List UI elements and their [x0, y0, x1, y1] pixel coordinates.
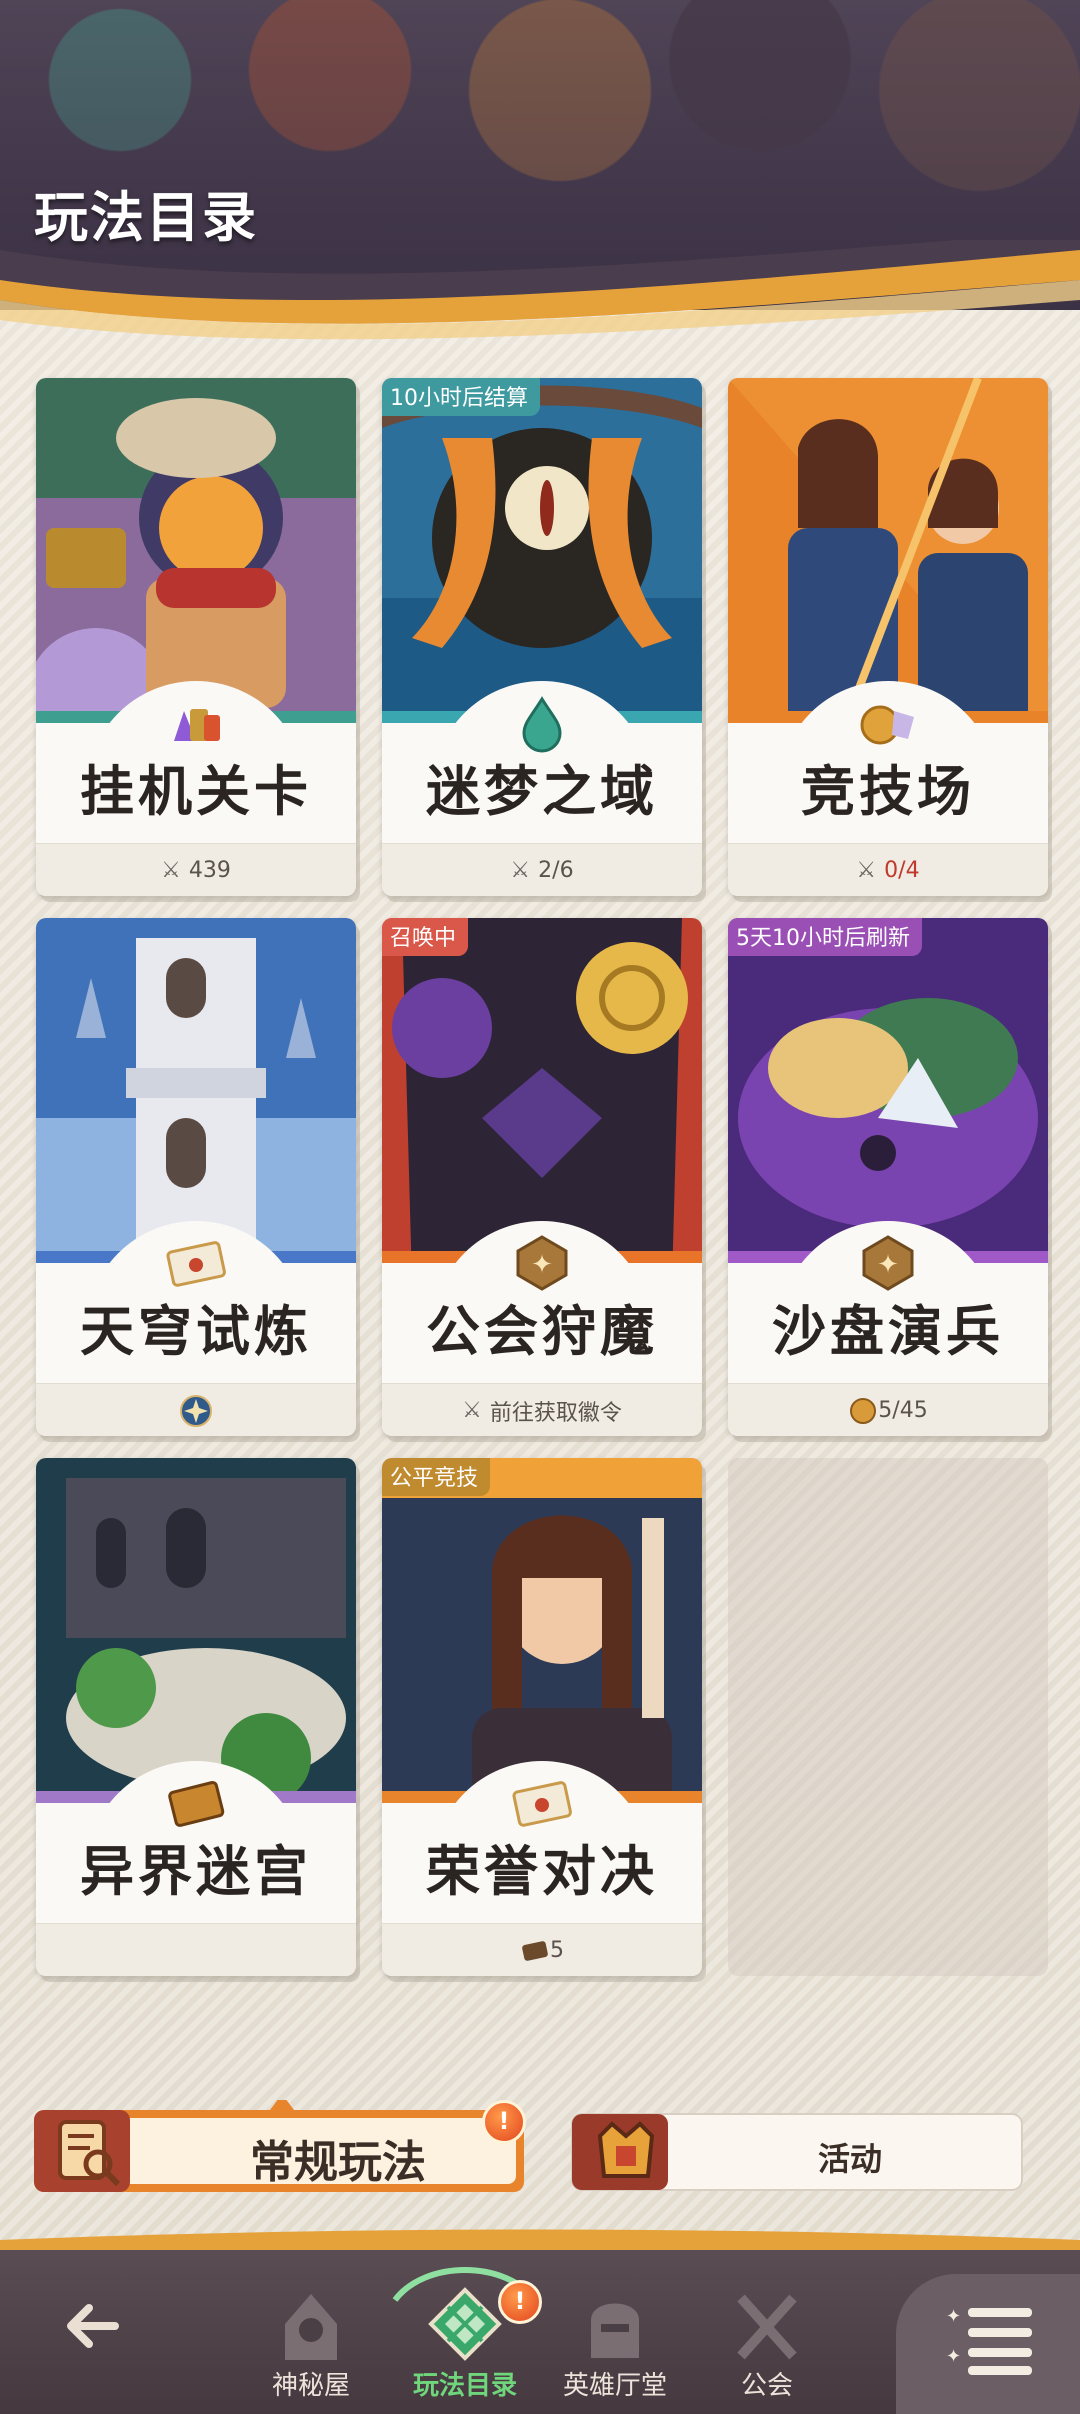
- card-dream-realm[interactable]: 10小时后结算 迷梦之域 ⚔ 2/6: [382, 378, 702, 896]
- card-footer: ⚔ 2/6: [382, 843, 702, 896]
- status-tag: 召唤中: [382, 918, 469, 956]
- ticket-count: 5: [550, 1938, 564, 1963]
- tab-events[interactable]: 活动: [568, 2100, 1028, 2200]
- status-tag: 公平竞技: [382, 1458, 491, 1496]
- play-catalog-icon: [428, 2287, 502, 2361]
- menu-list-icon: ✦ ✦: [946, 2306, 1032, 2375]
- nav-gold-rim: [0, 2229, 1080, 2250]
- nav-guild[interactable]: 公会: [692, 2280, 842, 2414]
- hero-helmet-icon: [591, 2303, 639, 2358]
- guild-crest-emblem-icon: ✦: [516, 1235, 568, 1291]
- crossed-swords-icon: ⚔: [161, 858, 181, 883]
- card-otherworld-maze[interactable]: 异界迷宫: [36, 1458, 356, 1976]
- card-footer[interactable]: ⚔ 前往获取徽令: [382, 1383, 702, 1436]
- svg-text:✦: ✦: [531, 1250, 553, 1280]
- empty-card-slot: [728, 1458, 1048, 1976]
- nav-mystery-house[interactable]: 神秘屋: [236, 2280, 386, 2414]
- tab-events-label: 活动: [818, 2140, 883, 2178]
- card-title: 公会狩魔: [426, 1299, 658, 1363]
- tab-regular-label: 常规玩法: [250, 2137, 426, 2188]
- reward-counter: 5/45: [878, 1398, 928, 1423]
- challenge-counter: 0/4: [884, 858, 920, 883]
- card-sky-trial[interactable]: 天穹试炼: [36, 918, 356, 1436]
- nav-hero-hall[interactable]: 英雄厅堂: [540, 2280, 690, 2414]
- letter-emblem-icon: [512, 1781, 572, 1827]
- alert-badge-icon: !: [498, 2280, 542, 2324]
- bottom-nav: 神秘屋 ! 玩法目录 英雄厅堂 公会 ✦ ✦: [0, 2229, 1080, 2414]
- attempts-counter: 2/6: [538, 858, 574, 883]
- tab-regular-modes[interactable]: 常规玩法 !: [30, 2094, 530, 2200]
- letter-emblem-icon: [166, 1241, 226, 1287]
- card-sandbox-drill[interactable]: 5天10小时后刷新 ✦ 沙盘演兵 5/45: [728, 918, 1048, 1436]
- get-token-link[interactable]: 前往获取徽令: [490, 1395, 622, 1427]
- nav-label: 玩法目录: [412, 2371, 517, 2401]
- card-footer: 5: [382, 1923, 702, 1976]
- card-honor-duel[interactable]: 公平竞技 荣誉对决 5: [382, 1458, 702, 1976]
- status-tag: 10小时后结算: [382, 378, 540, 416]
- svg-text:✦: ✦: [946, 2306, 961, 2327]
- nav-label: 英雄厅堂: [562, 2371, 667, 2401]
- crossed-swords-icon: ⚔: [462, 1398, 482, 1423]
- crossed-swords-icon: ⚔: [856, 858, 877, 883]
- nav-back[interactable]: [20, 2280, 170, 2414]
- status-tag: 5天10小时后刷新: [728, 918, 922, 956]
- card-footer: 5/45: [728, 1383, 1048, 1436]
- card-title: 挂机关卡: [80, 759, 312, 823]
- mystery-house-icon: [285, 2294, 337, 2360]
- star-badge-icon: [180, 1394, 212, 1427]
- card-guild-hunt[interactable]: 召唤中 ✦ 公会狩魔 ⚔ 前往获取徽令: [382, 918, 702, 1436]
- ticket-icon: [522, 1940, 548, 1961]
- card-title: 竞技场: [801, 759, 975, 823]
- nav-label: 公会: [740, 2371, 793, 2401]
- coin-icon: [850, 1397, 877, 1424]
- svg-text:✦: ✦: [877, 1250, 899, 1280]
- svg-text:✦: ✦: [946, 2346, 961, 2367]
- card-title: 天穹试炼: [80, 1299, 312, 1363]
- card-title: 异界迷宫: [80, 1839, 312, 1903]
- card-footer: ⚔ 0/4: [728, 843, 1048, 896]
- back-arrow-icon: [67, 2304, 119, 2348]
- alert-badge-icon: !: [482, 2100, 526, 2144]
- card-title: 荣誉对决: [426, 1839, 658, 1903]
- crown-banner-icon: [597, 2121, 655, 2178]
- card-title: 迷梦之域: [426, 759, 658, 823]
- card-footer: ⚔ 439: [36, 843, 356, 896]
- scroll-magnifier-icon: [58, 2120, 121, 2187]
- gems-emblem-icon: [174, 709, 220, 741]
- nav-play-catalog[interactable]: ! 玩法目录: [390, 2267, 542, 2414]
- nav-label: 神秘屋: [271, 2371, 350, 2401]
- card-title: 沙盘演兵: [772, 1299, 1004, 1363]
- page-title: 玩法目录: [34, 172, 258, 252]
- guild-swords-icon: [737, 2294, 797, 2360]
- banner-gold-wave: [0, 240, 1080, 340]
- guild-crest-emblem-icon: ✦: [862, 1235, 914, 1291]
- page-title-text: 玩法目录: [34, 184, 258, 249]
- nav-menu[interactable]: ✦ ✦: [896, 2274, 1080, 2414]
- card-idle-stages[interactable]: 挂机关卡 ⚔ 439: [36, 378, 356, 896]
- card-footer: [36, 1923, 356, 1976]
- coin-gem-emblem-icon: [860, 705, 914, 745]
- card-arena[interactable]: 竞技场 ⚔ 0/4: [728, 378, 1048, 896]
- card-footer: [36, 1383, 356, 1436]
- crossed-swords-icon: ⚔: [510, 858, 531, 883]
- ticket-emblem-icon: [168, 1781, 225, 1827]
- teal-drop-emblem-icon: [522, 696, 562, 753]
- stage-progress: 439: [188, 858, 231, 883]
